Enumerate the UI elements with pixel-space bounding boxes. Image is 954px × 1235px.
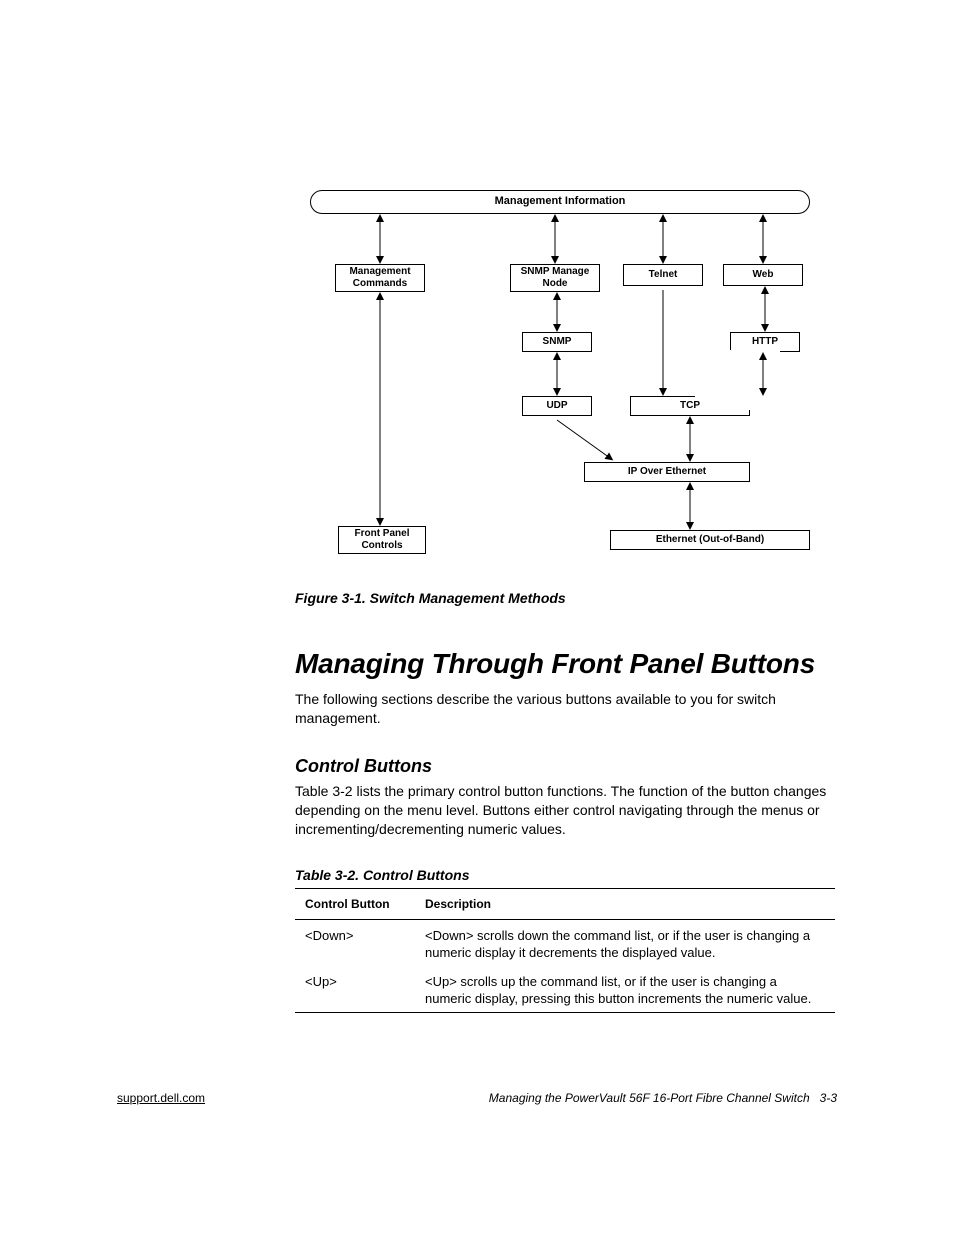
footer-title: Managing the PowerVault 56F 16-Port Fibr… xyxy=(489,1091,837,1105)
footer-link[interactable]: support.dell.com xyxy=(117,1091,205,1105)
section-intro-text: The following sections describe the vari… xyxy=(295,690,835,728)
page-footer: support.dell.com Managing the PowerVault… xyxy=(117,1091,837,1105)
figure-caption: Figure 3-1. Switch Management Methods xyxy=(295,590,566,606)
footer-title-text: Managing the PowerVault 56F 16-Port Fibr… xyxy=(489,1091,810,1105)
cell-button: <Up> xyxy=(305,974,425,1008)
control-buttons-table: Control Button Description <Down> <Down>… xyxy=(295,888,835,1013)
diagram-switch-management: Management Information ManagementCommand… xyxy=(310,190,810,556)
subsection-heading: Control Buttons xyxy=(295,756,432,777)
table-header-button: Control Button xyxy=(305,897,425,911)
section-heading: Managing Through Front Panel Buttons xyxy=(295,648,815,680)
table-row: <Up> <Up> scrolls up the command list, o… xyxy=(295,966,835,1013)
table-caption: Table 3-2. Control Buttons xyxy=(295,867,469,883)
cell-button: <Down> xyxy=(305,928,425,962)
cell-desc: <Up> scrolls up the command list, or if … xyxy=(425,974,825,1008)
footer-page-number: 3-3 xyxy=(820,1091,837,1105)
table-row: <Down> <Down> scrolls down the command l… xyxy=(295,920,835,966)
table-header-desc: Description xyxy=(425,897,825,911)
page: Management Information ManagementCommand… xyxy=(0,0,954,1235)
cell-desc: <Down> scrolls down the command list, or… xyxy=(425,928,825,962)
subsection-body-text: Table 3-2 lists the primary control butt… xyxy=(295,782,835,839)
diagram-connectors xyxy=(310,190,810,556)
table-header-row: Control Button Description xyxy=(295,888,835,920)
